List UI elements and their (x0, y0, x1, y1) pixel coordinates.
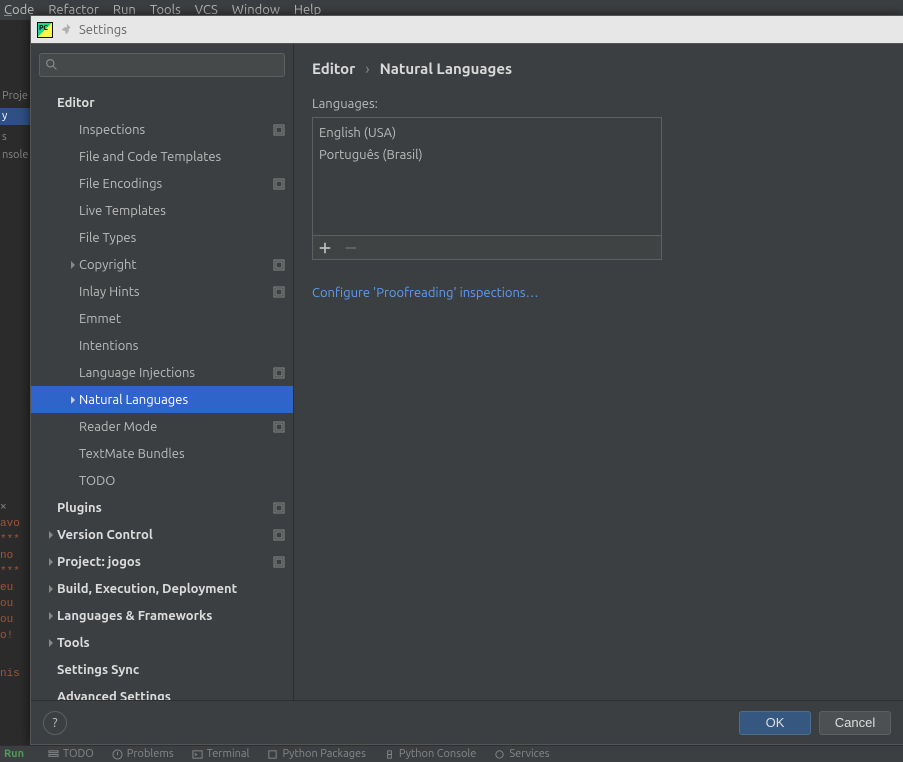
settings-sidebar: Editor Inspections File and Code Templat… (31, 44, 294, 700)
pin-icon[interactable] (59, 23, 73, 37)
project-scope-icon (273, 502, 285, 514)
languages-list[interactable]: English (USA) Português (Brasil) (313, 118, 661, 235)
tree-item-file-types[interactable]: File Types (39, 224, 285, 251)
project-scope-icon (273, 178, 285, 190)
add-language-button[interactable] (317, 240, 333, 256)
breadcrumb-leaf: Natural Languages (380, 60, 513, 77)
dialog-title: Settings (79, 23, 127, 37)
status-services[interactable]: Services (494, 748, 549, 760)
tree-item-settings-sync[interactable]: Settings Sync (39, 656, 285, 683)
status-todo[interactable]: TODO (48, 748, 94, 760)
configure-proofreading-link[interactable]: Configure 'Proofreading' inspections… (312, 286, 885, 300)
remove-language-button[interactable] (343, 240, 359, 256)
breadcrumb-root[interactable]: Editor (312, 60, 355, 77)
cancel-button[interactable]: Cancel (819, 711, 891, 735)
bg-console-line: ou (0, 612, 30, 628)
status-problems[interactable]: Problems (112, 748, 174, 760)
tree-item-intentions[interactable]: Intentions (39, 332, 285, 359)
tree-item-plugins[interactable]: Plugins (39, 494, 285, 521)
bg-console-line: o! (0, 628, 30, 644)
languages-list-box: English (USA) Português (Brasil) (312, 117, 662, 260)
bg-project-label[interactable]: Proje (0, 90, 30, 102)
tree-item-project[interactable]: Project: jogos (39, 548, 285, 575)
bg-console-line: nis (0, 666, 30, 682)
status-python-packages[interactable]: Python Packages (267, 748, 365, 760)
tree-item-inspections[interactable]: Inspections (39, 116, 285, 143)
tree-item-language-injections[interactable]: Language Injections (39, 359, 285, 386)
tree-item-file-code-templates[interactable]: File and Code Templates (39, 143, 285, 170)
tree-item-lang-frameworks[interactable]: Languages & Frameworks (39, 602, 285, 629)
dialog-footer: ? OK Cancel (31, 700, 903, 744)
ok-button[interactable]: OK (739, 711, 811, 735)
tree-item-advanced-settings[interactable]: Advanced Settings (39, 683, 285, 700)
project-scope-icon (273, 367, 285, 379)
project-scope-icon (273, 259, 285, 271)
tree-item-version-control[interactable]: Version Control (39, 521, 285, 548)
project-scope-icon (273, 286, 285, 298)
breadcrumb: Editor › Natural Languages (312, 60, 885, 77)
language-item[interactable]: Português (Brasil) (319, 144, 655, 166)
pycharm-app-icon (37, 22, 53, 38)
tree-item-tools[interactable]: Tools (39, 629, 285, 656)
chevron-right-icon: › (365, 60, 369, 77)
status-terminal[interactable]: Terminal (192, 748, 250, 760)
help-button[interactable]: ? (43, 711, 67, 735)
bg-console-label[interactable]: nsole (0, 149, 30, 161)
bg-console-line: avo (0, 516, 30, 532)
bg-console-line: eu (0, 580, 30, 596)
project-scope-icon (273, 556, 285, 568)
status-bar: Run TODO Problems Terminal Python Packag… (0, 745, 903, 762)
settings-content: Editor › Natural Languages Languages: En… (294, 44, 903, 700)
bg-close-x[interactable]: × (0, 500, 30, 516)
settings-tree[interactable]: Editor Inspections File and Code Templat… (31, 89, 293, 700)
bg-s: s (0, 131, 30, 143)
tree-item-build[interactable]: Build, Execution, Deployment (39, 575, 285, 602)
dialog-title-bar[interactable]: Settings (31, 16, 903, 44)
tree-item-natural-languages[interactable]: Natural Languages (31, 386, 293, 413)
project-scope-icon (273, 124, 285, 136)
bg-console-line: *** (0, 564, 30, 580)
tree-item-copyright[interactable]: Copyright (39, 251, 285, 278)
tree-item-file-encodings[interactable]: File Encodings (39, 170, 285, 197)
project-scope-icon (273, 421, 285, 433)
tree-item-live-templates[interactable]: Live Templates (39, 197, 285, 224)
tree-item-reader-mode[interactable]: Reader Mode (39, 413, 285, 440)
tree-item-textmate-bundles[interactable]: TextMate Bundles (39, 440, 285, 467)
project-scope-icon (273, 529, 285, 541)
bg-run-highlight[interactable]: y (0, 108, 30, 125)
tree-item-editor[interactable]: Editor (39, 89, 285, 116)
languages-label: Languages: (312, 97, 885, 111)
bg-console-line: *** (0, 532, 30, 548)
bg-console-line: no (0, 548, 30, 564)
tree-item-emmet[interactable]: Emmet (39, 305, 285, 332)
tree-item-inlay-hints[interactable]: Inlay Hints (39, 278, 285, 305)
search-icon (45, 58, 58, 71)
bg-console-line: ou (0, 596, 30, 612)
language-item[interactable]: English (USA) (319, 122, 655, 144)
status-python-console[interactable]: Python Console (384, 748, 476, 760)
status-run-label[interactable]: Run (4, 748, 24, 760)
bg-console-output: × avo *** no *** eu ou ou o! nis (0, 500, 30, 682)
tree-item-todo[interactable]: TODO (39, 467, 285, 494)
settings-search-input[interactable] (39, 53, 285, 77)
languages-toolbar (313, 235, 661, 259)
settings-dialog: Settings Editor Inspections File and Cod… (30, 15, 903, 745)
